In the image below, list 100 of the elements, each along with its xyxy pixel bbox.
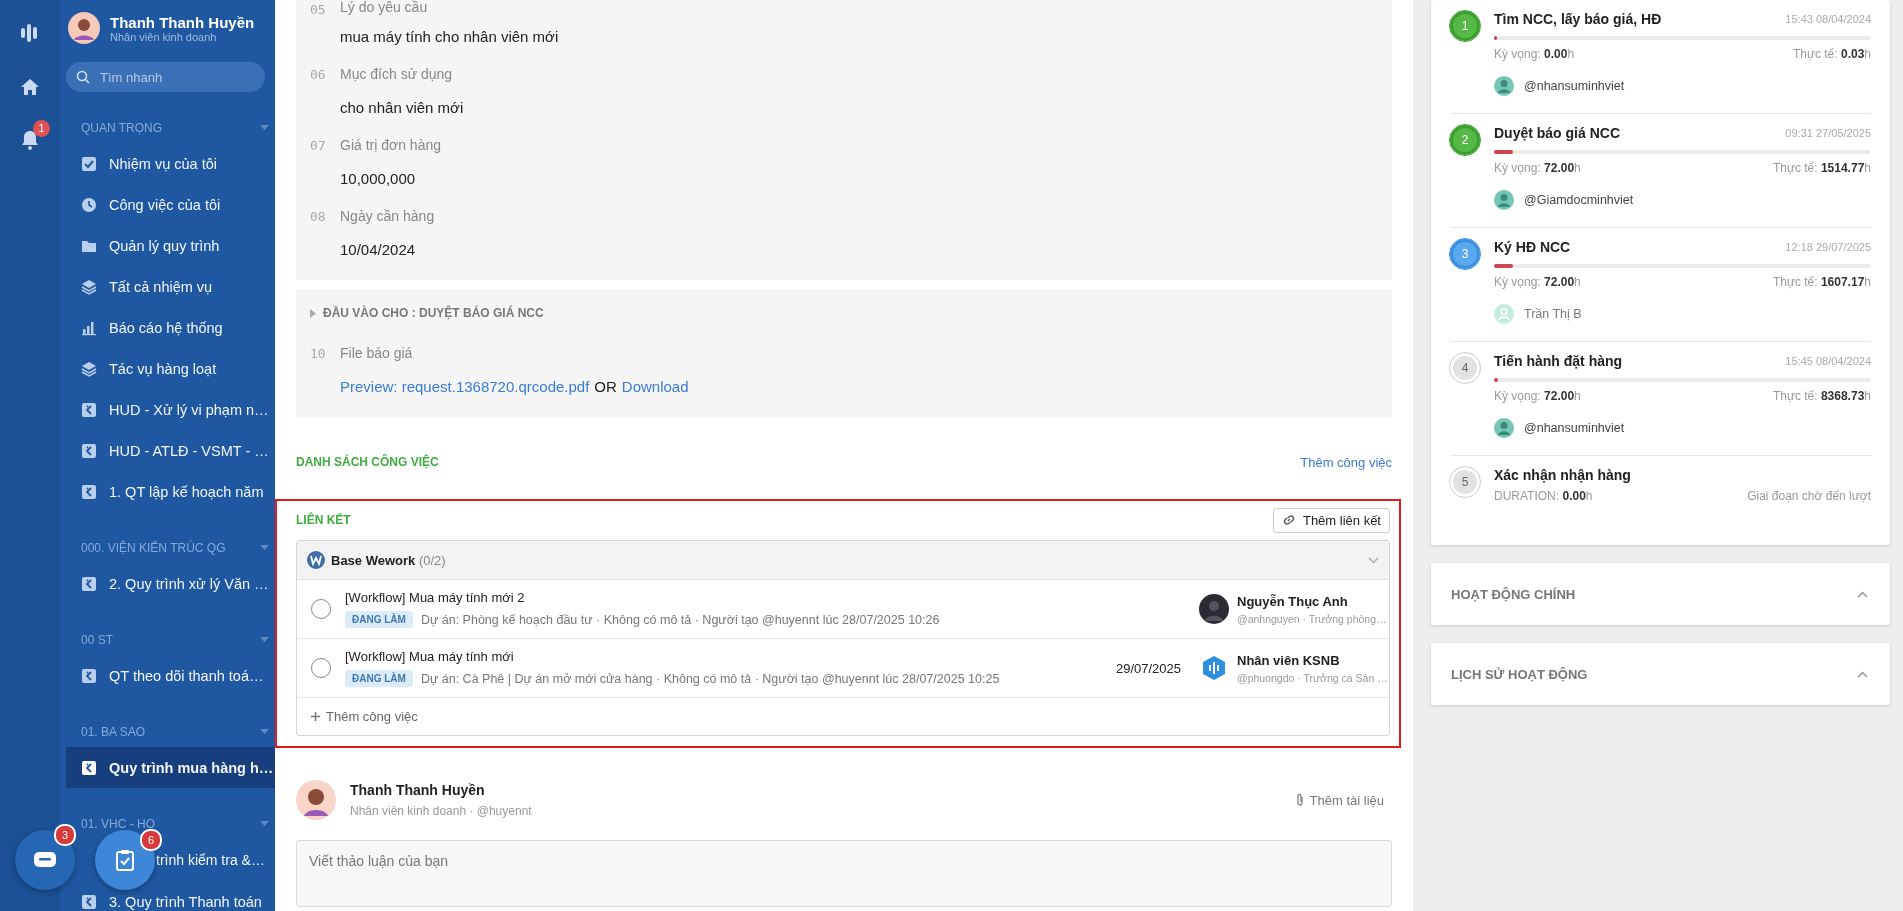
panel-title[interactable]: LỊCH SỬ HOẠT ĐỘNG: [1451, 666, 1588, 682]
attach-button[interactable]: Thêm tài liệu: [1295, 792, 1392, 808]
caret-icon[interactable]: [310, 308, 316, 318]
field-number: 07: [310, 137, 327, 153]
task-meta: Dự án: Phòng kế hoạch đầu tư · Không có mô tả · Người tạo @huyennt lúc 28/07/2025 10:26: [420, 612, 940, 627]
clock-icon: [81, 196, 97, 213]
step-title: Tìm NCC, lấy báo giá, HĐ: [1494, 11, 1662, 27]
sidebar-item[interactable]: Tác vụ hàng loạt: [66, 348, 275, 389]
sidebar-item[interactable]: 3. Quy trình Thanh toán: [66, 892, 275, 911]
home-icon[interactable]: [20, 78, 40, 96]
file-link[interactable]: Preview: request.1368720.qrcode.pdf: [340, 378, 590, 395]
step-note: Giai đoạn chờ đến lượt: [1747, 489, 1871, 503]
clipboard-check-icon: [115, 849, 135, 871]
field-number: 08: [310, 208, 327, 224]
sidebar-item[interactable]: Quản lý quy trình: [66, 225, 275, 266]
field-label: Ngày cần hàng: [340, 207, 436, 226]
add-task-button[interactable]: Thêm công việc: [297, 698, 424, 735]
status-tag: ĐANG LÀM: [345, 670, 413, 687]
chevron-up-icon[interactable]: [1857, 670, 1868, 678]
caret-icon[interactable]: [260, 821, 269, 827]
field-value: 10/04/2024: [340, 240, 417, 260]
search-icon: [76, 70, 90, 84]
section-title[interactable]: ĐẦU VÀO CHO : DUYỆT BÁO GIÁ NCC: [323, 306, 544, 320]
field-number: 05: [310, 1, 327, 17]
process-icon: [81, 759, 97, 776]
expected-hours: Kỳ vọng: 0.00h: [1494, 47, 1575, 61]
panel-title[interactable]: HOẠT ĐỘNG CHÍNH: [1451, 586, 1576, 602]
expected-hours: Kỳ vọng: 72.00h: [1494, 275, 1581, 289]
due-date: 29/07/2025: [1115, 660, 1181, 676]
process-icon: [81, 575, 97, 592]
search-field[interactable]: Tìm nhanh: [66, 62, 265, 92]
plus-icon: [311, 712, 320, 721]
field-label: Giá trị đơn hàng: [340, 136, 442, 155]
w-logo-icon: [307, 551, 325, 569]
step-number-badge: 4: [1450, 353, 1480, 383]
field-number: 10: [310, 345, 327, 361]
step-time: 09:31 27/05/2025: [1785, 127, 1871, 139]
sidebar-item[interactable]: QT theo dõi thanh toá…: [66, 655, 275, 696]
assignee-name: Trần Thị B: [1524, 307, 1582, 321]
assignee-detail: @anhnguyen · Trưởng phòng…: [1237, 612, 1387, 625]
bar-chart-icon: [81, 319, 97, 336]
task-checkbox[interactable]: [311, 599, 331, 619]
file-link[interactable]: Download: [621, 378, 689, 395]
assignee-name: @nhansuminhviet: [1524, 79, 1625, 93]
field-number: 06: [310, 66, 327, 82]
sidebar-item[interactable]: HUD - Xử lý vi phạm n…: [66, 389, 275, 430]
comment-author: Thanh Thanh Huyền: [350, 782, 486, 798]
section-title: LIÊN KẾT: [296, 513, 351, 527]
step-time: 12:18 29/07/2025: [1785, 241, 1871, 253]
chevron-down-icon[interactable]: [1368, 556, 1379, 564]
sidebar-item[interactable]: 2. Quy trình xử lý Văn …: [66, 563, 275, 604]
task-checkbox[interactable]: [311, 658, 331, 678]
task-title[interactable]: [Workflow] Mua máy tính mới 2: [345, 590, 1199, 605]
assignee-detail: @phuongdo · Trưởng ca Sản …: [1237, 671, 1388, 684]
process-icon: [81, 667, 97, 684]
group-name: Base Wework (0/2): [331, 552, 446, 568]
field-label: Mục đích sử dụng: [340, 65, 454, 84]
step-title: Ký HĐ NCC: [1494, 239, 1571, 255]
actual-hours: Thực tế: 1607.17h: [1772, 275, 1871, 289]
chat-icon: [33, 850, 57, 870]
user-avatar[interactable]: [68, 12, 100, 44]
field-value: 10,000,000: [340, 169, 417, 189]
chevron-up-icon[interactable]: [1857, 590, 1868, 598]
caret-icon[interactable]: [260, 545, 269, 551]
layers-icon: [81, 278, 97, 295]
expected-hours: Kỳ vọng: 72.00h: [1494, 161, 1581, 175]
paperclip-icon: [1295, 793, 1304, 807]
step-time: 15:43 08/04/2024: [1785, 13, 1871, 25]
step-number-badge: 1: [1450, 11, 1480, 41]
user-role: Nhân viên kinh doanh: [110, 30, 217, 43]
assignee-name: @nhansuminhviet: [1524, 421, 1625, 435]
assignee-name: Nguyễn Thục Anh: [1237, 593, 1349, 609]
step-number-badge: 5: [1450, 467, 1480, 497]
sidebar-item[interactable]: 1. QT lập kế hoạch năm: [66, 471, 275, 512]
field-label: File báo giá: [340, 344, 414, 363]
add-task-link[interactable]: Thêm công việc: [1300, 454, 1392, 470]
link-icon: [1281, 513, 1296, 527]
bell-icon[interactable]: [21, 130, 39, 150]
step-time: 15:45 08/04/2024: [1785, 355, 1871, 367]
assignee-name: @Giamdocminhviet: [1524, 193, 1634, 207]
caret-icon[interactable]: [260, 637, 269, 643]
comment-field[interactable]: Viết thảo luận của bạn: [296, 840, 1392, 907]
sidebar-item[interactable]: Nhiệm vụ của tôi: [66, 143, 275, 184]
sidebar-item[interactable]: Báo cáo hệ thống: [66, 307, 275, 348]
sidebar-item[interactable]: HUD - ATLĐ - VSMT - …: [66, 430, 275, 471]
caret-icon[interactable]: [260, 729, 269, 735]
process-icon: [81, 442, 97, 459]
avatar: [1199, 594, 1229, 624]
layers-icon: [81, 360, 97, 377]
sidebar-item[interactable]: Tất cả nhiệm vụ: [66, 266, 275, 307]
expected-hours: Kỳ vọng: 72.00h: [1494, 389, 1581, 403]
sidebar-item[interactable]: Công việc của tôi: [66, 184, 275, 225]
add-link-button[interactable]: Thêm liên kết: [1272, 507, 1390, 533]
status-tag: ĐANG LÀM: [345, 611, 413, 628]
actual-hours: Thực tế: 0.03h: [1792, 47, 1871, 61]
step-title: Tiến hành đặt hàng: [1494, 353, 1623, 369]
sidebar-item[interactable]: Quy trình mua hàng h…: [66, 747, 275, 788]
process-icon: [81, 483, 97, 500]
task-title[interactable]: [Workflow] Mua máy tính mới: [345, 649, 1116, 664]
caret-icon[interactable]: [260, 125, 269, 131]
